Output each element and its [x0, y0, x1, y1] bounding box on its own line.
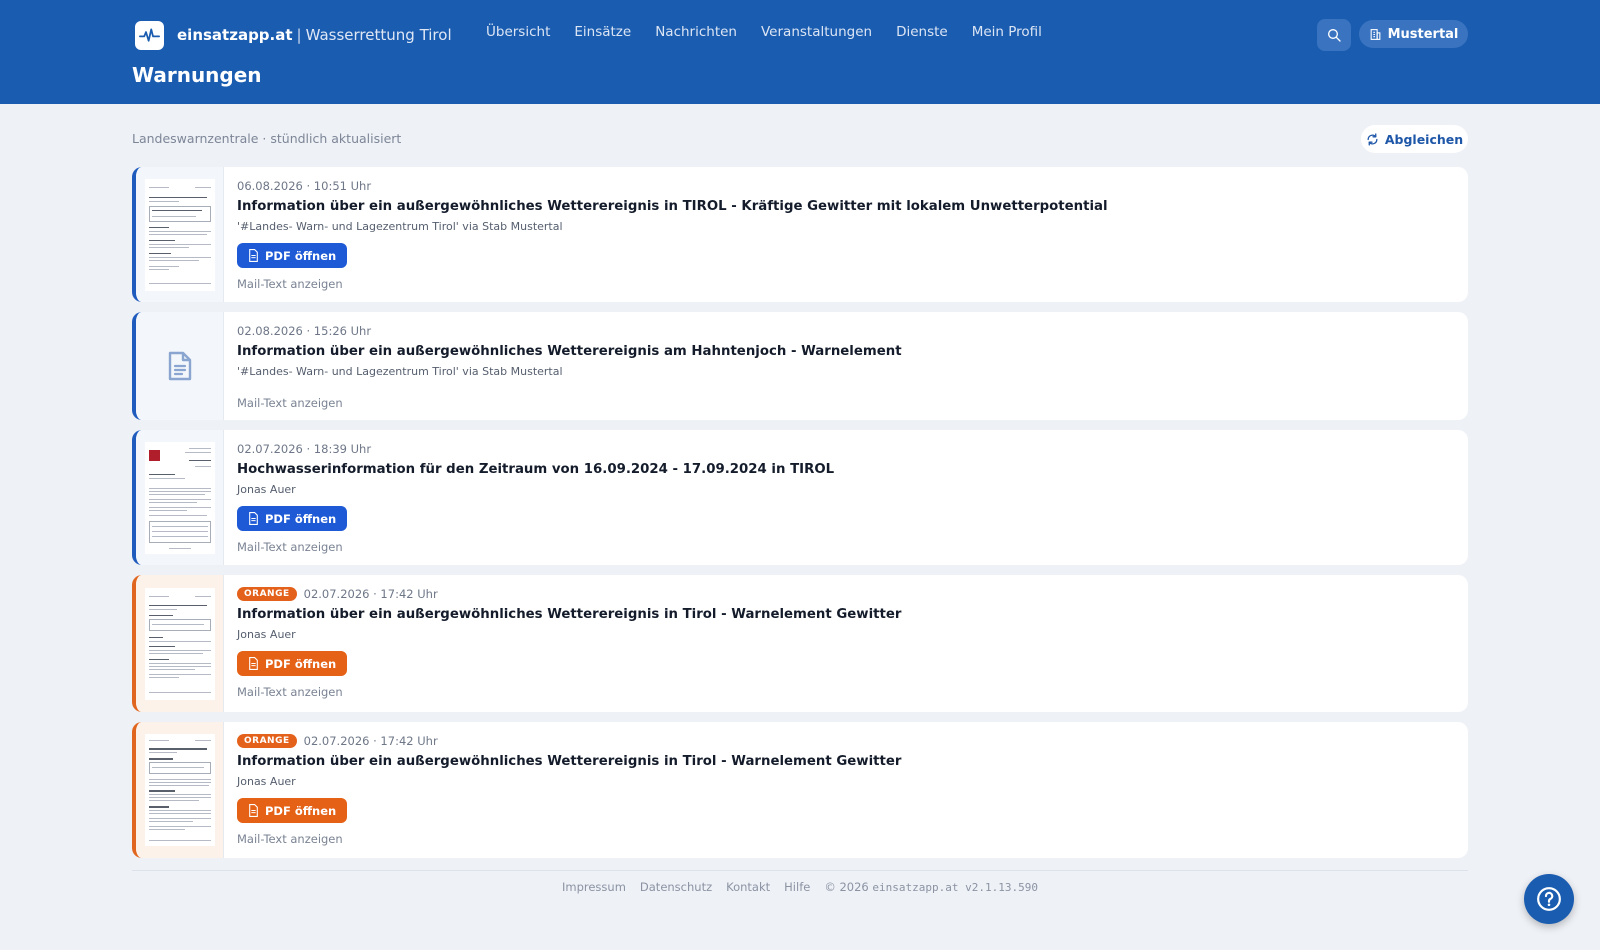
pdf-thumbnail[interactable] [136, 430, 224, 565]
nav-item-uebersicht[interactable]: Übersicht [486, 24, 550, 40]
warning-sender: '#Landes- Warn- und Lagezentrum Tirol' v… [237, 220, 563, 233]
warning-datetime: 02.07.2026 · 17:42 Uhr [303, 587, 438, 601]
open-pdf-button[interactable]: PDF öffnen [237, 798, 348, 823]
search-icon [1328, 29, 1341, 42]
search-button[interactable] [1317, 19, 1351, 51]
document-icon [249, 657, 258, 670]
footer-link-impressum[interactable]: Impressum [562, 880, 626, 894]
nav-item-veranstaltungen[interactable]: Veranstaltungen [761, 24, 872, 40]
document-icon [136, 312, 224, 420]
footer-divider [132, 870, 1468, 871]
open-pdf-label: PDF öffnen [265, 656, 337, 671]
severity-badge: ORANGE [237, 734, 297, 748]
footer: Impressum Datenschutz Kontakt Hilfe © 20… [0, 880, 1600, 894]
warning-datetime: 02.08.2026 · 15:26 Uhr [237, 324, 372, 338]
nav-item-nachrichten[interactable]: Nachrichten [655, 24, 737, 40]
organization-switcher[interactable]: Mustertal [1359, 20, 1468, 48]
building-icon [1370, 28, 1380, 40]
footer-link-kontakt[interactable]: Kontakt [726, 880, 770, 894]
pulse-icon [135, 20, 164, 50]
show-mail-text-link[interactable]: Mail-Text anzeigen [237, 540, 1452, 554]
warning-card: 02.08.2026 · 15:26 Uhr Information über … [132, 312, 1468, 420]
warning-title[interactable]: Information über ein außergewöhnliches W… [237, 754, 1452, 769]
warning-datetime: 06.08.2026 · 10:51 Uhr [237, 179, 372, 193]
open-pdf-label: PDF öffnen [265, 248, 337, 263]
question-icon [1537, 887, 1561, 911]
brand[interactable]: einsatzapp.at | Wasserrettung Tirol [135, 20, 452, 50]
show-mail-text-link[interactable]: Mail-Text anzeigen [237, 396, 1452, 410]
warning-datetime: 02.07.2026 · 18:39 Uhr [237, 442, 372, 456]
warning-card: 02.07.2026 · 18:39 Uhr Hochwasserinforma… [132, 430, 1468, 565]
open-pdf-button[interactable]: PDF öffnen [237, 506, 348, 531]
warning-sender: Jonas Auer [237, 775, 296, 788]
main-nav: Übersicht Einsätze Nachrichten Veranstal… [486, 24, 1066, 40]
warning-card: ORANGE 02.07.2026 · 17:42 Uhr Informatio… [132, 575, 1468, 712]
footer-link-datenschutz[interactable]: Datenschutz [640, 880, 712, 894]
pdf-thumbnail[interactable] [136, 167, 224, 302]
open-pdf-button[interactable]: PDF öffnen [237, 651, 348, 676]
warning-title[interactable]: Hochwasserinformation für den Zeitraum v… [237, 462, 1452, 477]
document-icon [249, 804, 258, 817]
document-icon [249, 512, 258, 525]
warning-title[interactable]: Information über ein außergewöhnliches W… [237, 199, 1452, 214]
sync-label: Abgleichen [1384, 131, 1464, 147]
warning-title[interactable]: Information über ein außergewöhnliches W… [237, 607, 1452, 622]
footer-copyright: © 2026 einsatzapp.at v2.1.13.590 [824, 880, 1038, 894]
app-version: einsatzapp.at v2.1.13.590 [872, 881, 1038, 894]
document-icon [249, 249, 258, 262]
show-mail-text-link[interactable]: Mail-Text anzeigen [237, 832, 1452, 846]
sync-button[interactable]: Abgleichen [1361, 125, 1468, 153]
copyright-text: © 2026 [824, 880, 869, 894]
warning-sender: '#Landes- Warn- und Lagezentrum Tirol' v… [237, 365, 563, 378]
open-pdf-button[interactable]: PDF öffnen [237, 243, 348, 268]
brand-separator: | [296, 26, 302, 44]
severity-badge: ORANGE [237, 587, 297, 601]
pdf-thumbnail[interactable] [136, 722, 224, 858]
organization-name: Mustertal [1387, 26, 1459, 42]
brand-name: einsatzapp.at [177, 26, 293, 44]
source-subtitle: Landeswarnzentrale · stündlich aktualisi… [132, 131, 402, 146]
warning-title[interactable]: Information über ein außergewöhnliches W… [237, 344, 1452, 359]
refresh-icon [1367, 132, 1378, 146]
nav-item-dienste[interactable]: Dienste [896, 24, 948, 40]
nav-item-einsaetze[interactable]: Einsätze [574, 24, 631, 40]
warning-datetime: 02.07.2026 · 17:42 Uhr [303, 734, 438, 748]
pdf-thumbnail[interactable] [136, 575, 224, 712]
show-mail-text-link[interactable]: Mail-Text anzeigen [237, 685, 1452, 699]
nav-item-mein-profil[interactable]: Mein Profil [972, 24, 1042, 40]
open-pdf-label: PDF öffnen [265, 803, 337, 818]
footer-link-hilfe[interactable]: Hilfe [784, 880, 810, 894]
app-header: einsatzapp.at | Wasserrettung Tirol Über… [0, 0, 1600, 104]
page-title: Warnungen [132, 63, 262, 87]
help-button[interactable] [1524, 874, 1574, 924]
brand-organization: Wasserrettung Tirol [305, 26, 452, 44]
open-pdf-label: PDF öffnen [265, 511, 337, 526]
warning-sender: Jonas Auer [237, 483, 296, 496]
warning-card: 06.08.2026 · 10:51 Uhr Information über … [132, 167, 1468, 302]
warning-sender: Jonas Auer [237, 628, 296, 641]
show-mail-text-link[interactable]: Mail-Text anzeigen [237, 277, 1452, 291]
warning-card: ORANGE 02.07.2026 · 17:42 Uhr Informatio… [132, 722, 1468, 858]
